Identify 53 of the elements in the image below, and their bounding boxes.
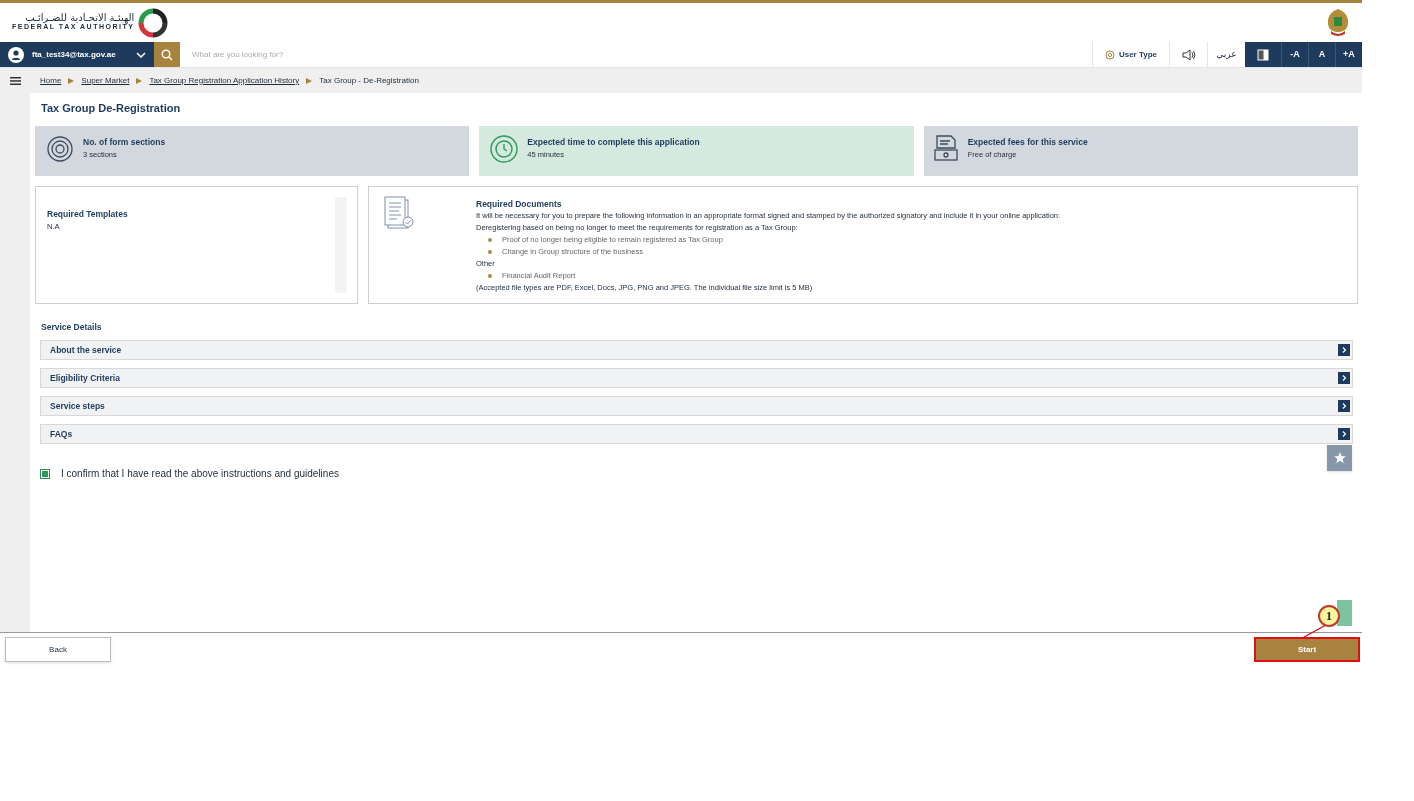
bullet-icon [488,238,492,242]
breadcrumb-arrow-icon [68,77,75,84]
font-size-button[interactable]: A [1308,42,1335,67]
bullet-icon [488,274,492,278]
clock-icon [489,134,520,164]
settings-icon [1104,49,1115,60]
chat-button[interactable] [1337,600,1352,626]
callout-badge: 1 [1318,605,1340,627]
accordion-header[interactable]: Service steps [40,396,1353,416]
invoice-icon [933,134,960,162]
menu-icon[interactable] [9,76,21,85]
search-field[interactable]: What are you looking for? [180,42,1092,67]
document-check-icon [384,196,416,232]
confirm-checkbox[interactable] [40,468,50,479]
chevron-right-icon [1338,372,1350,384]
logo-icon [138,7,169,38]
breadcrumb-link[interactable]: Super Market [81,74,130,87]
start-button[interactable]: Start [1254,637,1360,662]
breadcrumb-link[interactable]: Tax Group Registration Application History [149,74,300,87]
font-size-button[interactable]: -A [1281,42,1308,67]
confirm-label: I confirm that I have read the above instructions and guidelines [61,467,339,481]
user-avatar-icon [8,46,24,63]
breadcrumb-link[interactable]: Home [40,74,62,87]
card-title: Expected time to complete this application [527,136,700,149]
back-button[interactable]: Back [5,637,111,662]
page-title: Tax Group De-Registration [40,101,182,116]
favorite-button[interactable] [1327,445,1352,471]
search-icon [161,48,173,61]
font-size-button[interactable]: +A [1335,42,1362,67]
bullet-icon [488,250,492,254]
accordion-header[interactable]: About the service [40,340,1353,360]
accordion-header[interactable]: Eligibility Criteria [40,368,1353,388]
card-title: Expected fees for this service [967,136,1088,149]
accordion-header[interactable]: FAQs [40,424,1353,444]
search-button[interactable] [154,42,180,67]
templates-title: Required Templates [47,208,129,221]
star-icon [1332,451,1347,465]
emblem-icon [1326,7,1350,38]
chevron-right-icon [1338,344,1350,356]
logo-arabic-text: الهيئـة الاتحـادية للضـرائـب [25,13,135,24]
contrast-icon [1257,48,1269,61]
speaker-icon [1181,48,1196,61]
card-title: No. of form sections [83,136,166,149]
documents-title: Required Documents [476,198,563,210]
chevron-right-icon [1338,428,1350,440]
chevron-down-icon[interactable] [136,51,146,58]
callout-leader-line [1303,625,1327,637]
breadcrumb-arrow-icon [136,77,143,84]
breadcrumb-current: Tax Group - De-Registration [319,74,419,87]
chevron-right-icon [1338,400,1350,412]
service-details-title: Service Details [40,321,103,334]
breadcrumb-arrow-icon [306,77,313,84]
user-type-button[interactable]: User Type [1091,42,1169,67]
